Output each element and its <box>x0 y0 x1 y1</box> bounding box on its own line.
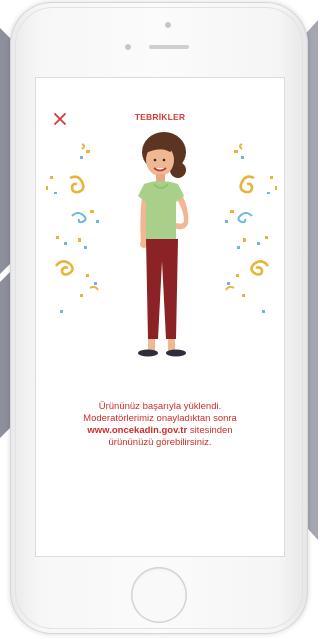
congrats-modal: TEBRİKLER Ürününüz başarıyla yüklendi. M… <box>36 78 284 556</box>
proximity-sensor <box>125 44 131 50</box>
message-line-3-rest: sitesinden <box>189 425 233 436</box>
website-link[interactable]: www.oncekadin.gov.tr <box>87 425 187 436</box>
woman-illustration <box>138 132 189 357</box>
confetti-right-icon <box>225 143 277 313</box>
confetti-left-icon <box>46 143 99 313</box>
success-message: Ürününüz başarıyla yüklendi. Moderatörle… <box>54 401 266 449</box>
message-line-3: www.oncekadin.gov.tr sitesinden <box>54 425 266 437</box>
home-button[interactable] <box>131 567 187 623</box>
front-camera <box>165 22 171 28</box>
message-line-1: Ürününüz başarıyla yüklendi. <box>98 401 222 412</box>
message-line-4: ürününüzü görebilirsiniz. <box>108 437 212 448</box>
modal-title: TEBRİKLER <box>134 112 186 122</box>
message-line-2: Moderatörlerimiz onayladıktan sonra <box>83 413 237 424</box>
earpiece-speaker <box>149 45 189 49</box>
